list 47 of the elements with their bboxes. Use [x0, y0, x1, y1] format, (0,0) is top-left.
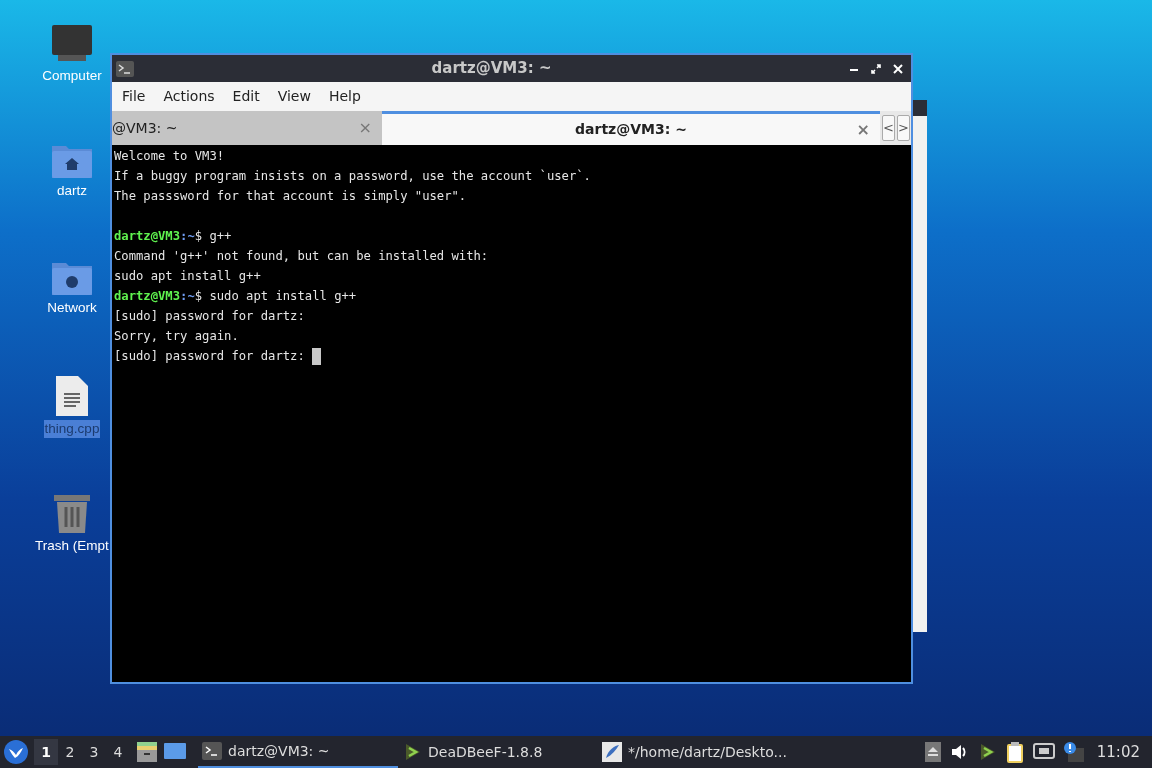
workspace-button[interactable]: 3 — [82, 739, 106, 765]
window-title: dartz@VM3: ~ — [430, 58, 553, 80]
terminal-line: [sudo] password for dartz: — [114, 348, 306, 365]
taskbar-task[interactable]: DeaDBeeF-1.8.8 — [398, 736, 598, 768]
network-icon[interactable] — [1032, 743, 1055, 761]
terminal-line: Command 'g++' not found, but can be installed with: — [114, 248, 489, 265]
close-tab-button[interactable]: × — [856, 117, 870, 142]
terminal-line: Sorry, try again. — [114, 328, 239, 345]
terminal-icon[interactable] — [116, 60, 134, 77]
icon-label[interactable]: dartz — [56, 182, 88, 200]
text-file-icon — [55, 376, 89, 416]
terminal-line: [sudo] password for dartz: — [114, 308, 305, 325]
taskbar-task[interactable]: */home/dartz/Deskto... — [598, 736, 798, 768]
desktop-icon[interactable] — [164, 743, 186, 761]
file-cabinet-icon[interactable] — [136, 741, 158, 763]
terminal-line: dartz@VM3:~$ sudo apt install g++ — [114, 288, 357, 305]
terminal-icon — [202, 742, 222, 760]
close-icon[interactable] — [893, 63, 903, 74]
terminal-line: Welcome to VM3! — [114, 148, 225, 165]
eject-icon[interactable] — [924, 742, 941, 762]
terminal-line: The passsword for that account is simply "user". — [114, 188, 467, 205]
terminal-line: dartz@VM3:~$ g++ — [114, 228, 232, 245]
workspace-button[interactable]: 4 — [106, 739, 130, 765]
icon-label[interactable]: Trash (Empt — [34, 537, 110, 555]
clock[interactable]: 11:02 — [1096, 740, 1140, 764]
maximize-icon[interactable] — [871, 63, 881, 74]
notification-icon[interactable] — [1063, 742, 1084, 762]
volume-icon[interactable] — [949, 743, 968, 761]
menu-item[interactable]: Actions — [155, 86, 223, 107]
tab-scroll-button[interactable]: > — [897, 115, 910, 141]
menu-item[interactable]: Edit — [224, 86, 268, 107]
menu-item[interactable]: File — [114, 86, 154, 107]
quill-icon — [602, 742, 622, 762]
taskbar-task[interactable]: dartz@VM3: ~ — [198, 736, 398, 768]
tab[interactable]: @VM3: ~ × — [112, 111, 382, 145]
terminal-line: sudo apt install g++ — [114, 268, 261, 285]
trash-icon — [54, 493, 90, 533]
clipboard-icon[interactable] — [1005, 741, 1024, 763]
icon-label[interactable]: Network — [46, 299, 98, 317]
tab[interactable]: dartz@VM3: ~ × — [382, 111, 880, 145]
menu-item[interactable]: Help — [320, 86, 369, 107]
workspace-button[interactable]: 2 — [58, 739, 82, 765]
terminal-line: If a buggy program insists on a password, use the account `user`. — [114, 168, 591, 185]
menu-item[interactable]: View — [269, 86, 319, 107]
tab-scroll-button[interactable]: < — [882, 115, 895, 141]
workspace-button[interactable]: 1 — [34, 739, 58, 765]
monitor-icon — [50, 25, 94, 63]
